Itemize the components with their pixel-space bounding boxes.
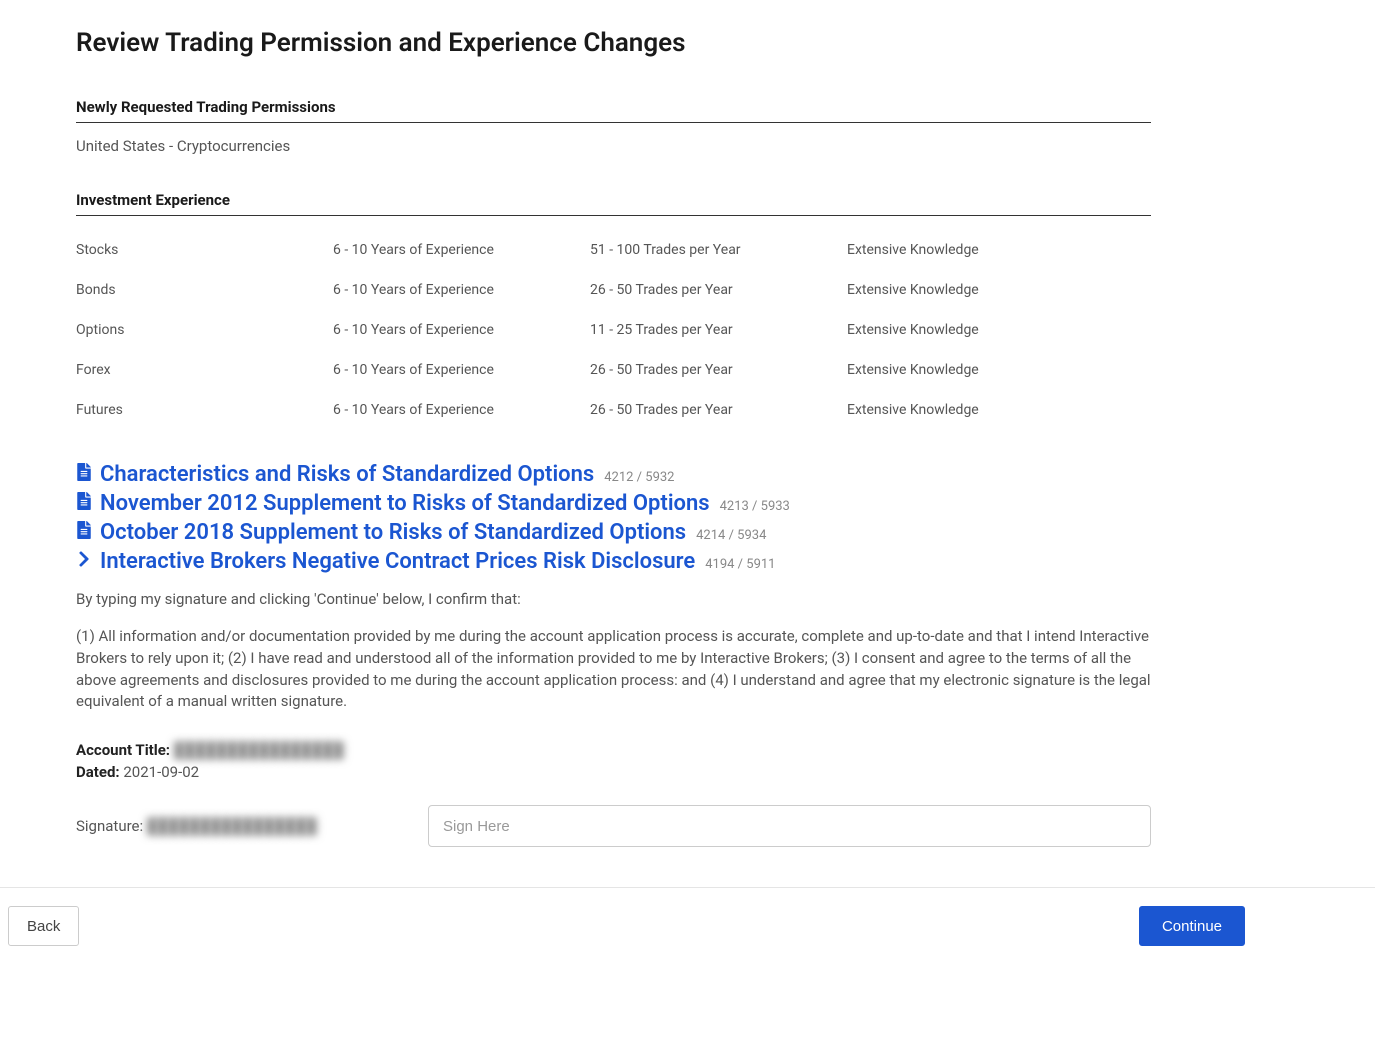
exp-product: Forex — [76, 362, 333, 378]
confirmation-body: (1) All information and/or documentation… — [76, 626, 1151, 713]
exp-trades: 51 - 100 Trades per Year — [590, 242, 847, 258]
table-row: Options 6 - 10 Years of Experience 11 - … — [76, 310, 1151, 350]
requested-permission: United States - Cryptocurrencies — [76, 137, 1151, 155]
exp-trades: 11 - 25 Trades per Year — [590, 322, 847, 338]
document-ref: 4194 / 5911 — [705, 557, 775, 572]
dated-value: 2021-09-02 — [123, 763, 199, 781]
signature-label: Signature: — [76, 817, 143, 835]
account-title-row: Account Title: ████████████████ — [76, 741, 1151, 759]
exp-years: 6 - 10 Years of Experience — [333, 402, 590, 418]
exp-knowledge: Extensive Knowledge — [847, 322, 1151, 338]
exp-trades: 26 - 50 Trades per Year — [590, 362, 847, 378]
section-header-experience: Investment Experience — [76, 191, 1151, 216]
table-row: Stocks 6 - 10 Years of Experience 51 - 1… — [76, 230, 1151, 270]
continue-button[interactable]: Continue — [1139, 906, 1245, 946]
document-link[interactable]: Interactive Brokers Negative Contract Pr… — [76, 549, 1151, 574]
back-button[interactable]: Back — [8, 906, 79, 946]
document-title[interactable]: November 2012 Supplement to Risks of Sta… — [100, 491, 710, 516]
table-row: Futures 6 - 10 Years of Experience 26 - … — [76, 390, 1151, 430]
table-row: Bonds 6 - 10 Years of Experience 26 - 50… — [76, 270, 1151, 310]
account-title-label: Account Title: — [76, 741, 170, 759]
document-link[interactable]: October 2018 Supplement to Risks of Stan… — [76, 520, 1151, 545]
document-title[interactable]: Interactive Brokers Negative Contract Pr… — [100, 549, 695, 574]
exp-knowledge: Extensive Knowledge — [847, 242, 1151, 258]
table-row: Forex 6 - 10 Years of Experience 26 - 50… — [76, 350, 1151, 390]
dated-label: Dated: — [76, 763, 120, 781]
exp-years: 6 - 10 Years of Experience — [333, 282, 590, 298]
document-ref: 4212 / 5932 — [604, 470, 674, 485]
signature-input[interactable] — [428, 805, 1151, 847]
exp-knowledge: Extensive Knowledge — [847, 282, 1151, 298]
exp-trades: 26 - 50 Trades per Year — [590, 402, 847, 418]
pdf-icon — [76, 463, 92, 481]
confirmation-intro: By typing my signature and clicking 'Con… — [76, 590, 1151, 608]
experience-table: Stocks 6 - 10 Years of Experience 51 - 1… — [76, 230, 1151, 430]
page-title: Review Trading Permission and Experience… — [76, 28, 1151, 58]
account-title-value: ████████████████ — [174, 741, 344, 759]
exp-knowledge: Extensive Knowledge — [847, 362, 1151, 378]
exp-years: 6 - 10 Years of Experience — [333, 322, 590, 338]
document-title[interactable]: Characteristics and Risks of Standardize… — [100, 462, 594, 487]
exp-knowledge: Extensive Knowledge — [847, 402, 1151, 418]
pdf-icon — [76, 492, 92, 510]
document-title[interactable]: October 2018 Supplement to Risks of Stan… — [100, 520, 686, 545]
exp-years: 6 - 10 Years of Experience — [333, 242, 590, 258]
document-ref: 4213 / 5933 — [720, 499, 790, 514]
exp-trades: 26 - 50 Trades per Year — [590, 282, 847, 298]
document-link[interactable]: November 2012 Supplement to Risks of Sta… — [76, 491, 1151, 516]
document-link[interactable]: Characteristics and Risks of Standardize… — [76, 462, 1151, 487]
signature-hint: ████████████████ — [147, 817, 317, 835]
exp-product: Stocks — [76, 242, 333, 258]
dated-row: Dated: 2021-09-02 — [76, 763, 1151, 781]
exp-product: Options — [76, 322, 333, 338]
chevron-right-icon — [76, 550, 92, 568]
document-ref: 4214 / 5934 — [696, 528, 766, 543]
exp-product: Futures — [76, 402, 333, 418]
section-header-permissions: Newly Requested Trading Permissions — [76, 98, 1151, 123]
documents-list: Characteristics and Risks of Standardize… — [76, 462, 1151, 574]
exp-product: Bonds — [76, 282, 333, 298]
pdf-icon — [76, 521, 92, 539]
exp-years: 6 - 10 Years of Experience — [333, 362, 590, 378]
